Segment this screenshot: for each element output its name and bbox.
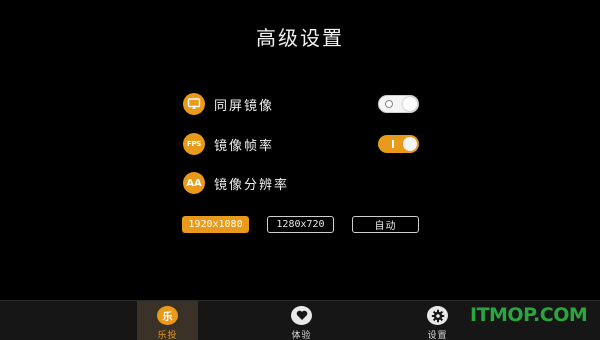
resolution-icon: AA (183, 172, 205, 194)
watermark-logo: ITMOP.COM (470, 304, 588, 326)
tab-label-tiyan: 体验 (291, 331, 312, 340)
tab-label-yuetou: 乐投 (157, 331, 178, 340)
mirror-toggle[interactable] (378, 95, 419, 113)
page-title: 高级设置 (256, 26, 344, 50)
toggle-thumb (403, 97, 417, 111)
setting-label-mirror: 同屏镜像 (214, 98, 275, 114)
resolution-option-1280x720[interactable]: 1280x720 (267, 216, 334, 233)
fps-toggle[interactable] (378, 135, 419, 153)
resolution-option-auto[interactable]: 自动 (352, 216, 419, 233)
setting-label-resolution: 镜像分辨率 (214, 177, 290, 193)
tab-yuetou[interactable]: 乐 乐投 (137, 301, 198, 340)
yuetou-icon-text: 乐 (162, 312, 173, 323)
tab-label-settings: 设置 (427, 331, 448, 340)
fps-icon-text: FPS (186, 140, 202, 148)
toggle-on-indicator (392, 140, 394, 148)
resolution-option-1920x1080[interactable]: 1920x1080 (182, 216, 249, 233)
gear-icon (427, 306, 448, 325)
setting-label-fps: 镜像帧率 (214, 138, 275, 154)
tab-tiyan[interactable]: 体验 (271, 301, 332, 340)
setting-row-mirror: 同屏镜像 (183, 93, 274, 115)
yuetou-icon: 乐 (157, 306, 178, 325)
toggle-thumb (403, 137, 417, 151)
setting-row-resolution: AA 镜像分辨率 (183, 172, 289, 194)
fps-icon: FPS (183, 133, 205, 155)
resolution-icon-text: AA (186, 177, 202, 189)
tab-settings[interactable]: 设置 (407, 301, 468, 340)
setting-row-fps: FPS 镜像帧率 (183, 133, 274, 155)
heart-icon (291, 306, 312, 325)
toggle-off-indicator (385, 100, 393, 108)
screen-mirror-icon (183, 93, 205, 115)
